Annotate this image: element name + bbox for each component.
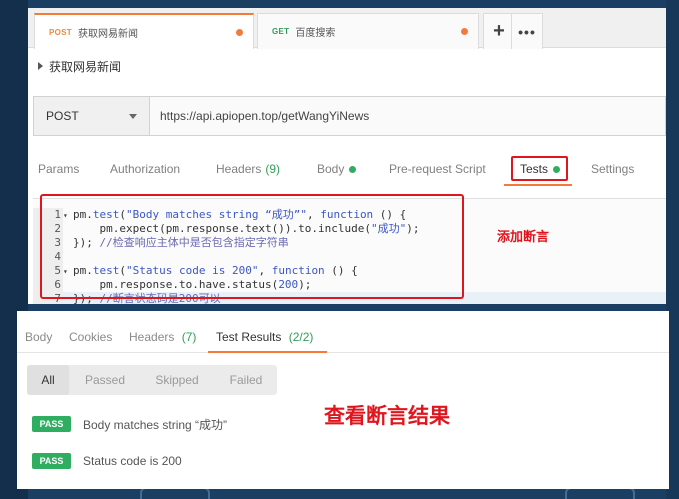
- tab-settings[interactable]: Settings: [591, 162, 634, 176]
- request-section-tabs: Params Authorization Headers (9) Body Pr…: [28, 154, 666, 186]
- more-tabs-button[interactable]: •••: [511, 13, 543, 49]
- test-name: Body matches string “成功”: [83, 417, 228, 432]
- tab-label: Params: [38, 162, 80, 176]
- tab-title: 百度搜索: [295, 28, 336, 39]
- tab-label: Pre-request Script: [389, 162, 486, 176]
- annotation-add-assertion: 添加断言: [497, 230, 550, 245]
- headers-count: (7): [181, 330, 197, 344]
- annotation-view-results: 查看断言结果: [324, 404, 450, 428]
- tab-params[interactable]: Params: [38, 162, 79, 176]
- tab-headers[interactable]: Headers (9): [216, 162, 280, 176]
- tests-highlight-box: [511, 156, 568, 181]
- url-input[interactable]: [150, 97, 665, 135]
- tab-label: Headers: [129, 330, 175, 344]
- tab-label: Test Results: [216, 330, 282, 344]
- response-tab-cookies[interactable]: Cookies: [69, 330, 112, 344]
- code-highlight-box: [40, 194, 464, 299]
- tab-authorization[interactable]: Authorization: [110, 162, 180, 176]
- tab-method: GET: [272, 27, 290, 36]
- active-tab-underline: [208, 351, 327, 353]
- response-tab-test-results[interactable]: Test Results (2/2): [216, 330, 313, 344]
- response-tabs: Body Cookies Headers (7) Test Results (2…: [17, 311, 669, 353]
- test-name: Status code is 200: [83, 454, 182, 468]
- body-indicator-icon: [349, 165, 357, 173]
- url-bar: POST: [33, 96, 666, 136]
- response-tab-body[interactable]: Body: [25, 330, 52, 344]
- unsaved-dot-icon: [236, 28, 243, 36]
- filter-skipped-button[interactable]: Skipped: [145, 365, 209, 395]
- tab-label: Body: [317, 162, 345, 176]
- request-name: 获取网易新闻: [49, 59, 122, 74]
- request-tab-get[interactable]: GET 百度搜索: [257, 13, 479, 49]
- headers-count: (9): [265, 162, 281, 176]
- request-builder-panel: POST 获取网易新闻 GET 百度搜索 + ••• 获取网易新闻 POST P…: [28, 8, 666, 304]
- caret-right-icon: [38, 62, 43, 70]
- unsaved-dot-icon: [461, 28, 468, 35]
- request-tab-post[interactable]: POST 获取网易新闻: [34, 13, 254, 49]
- tab-title: 获取网易新闻: [77, 28, 138, 40]
- request-name-toggle[interactable]: 获取网易新闻: [38, 56, 121, 76]
- test-result-item: PASS Status code is 200: [32, 452, 182, 470]
- method-select[interactable]: POST: [34, 97, 150, 135]
- filter-passed-button[interactable]: Passed: [75, 365, 135, 395]
- tab-label: Headers: [216, 162, 262, 176]
- active-tab-underline: [504, 184, 572, 186]
- tab-label: Authorization: [110, 162, 181, 176]
- pass-badge: PASS: [32, 416, 71, 432]
- filter-failed-button[interactable]: Failed: [219, 365, 273, 395]
- test-results-count: (2/2): [288, 330, 314, 344]
- tab-label: Settings: [591, 162, 635, 176]
- tab-pre-request-script[interactable]: Pre-request Script: [389, 162, 486, 176]
- test-result-item: PASS Body matches string “成功”: [32, 415, 227, 433]
- tab-method: POST: [49, 27, 72, 37]
- chevron-down-icon: [129, 113, 137, 119]
- response-tab-headers[interactable]: Headers (7): [129, 330, 196, 344]
- tab-body[interactable]: Body: [317, 162, 357, 176]
- method-value: POST: [46, 109, 79, 123]
- pass-badge: PASS: [32, 453, 71, 469]
- request-tab-bar: POST 获取网易新闻 GET 百度搜索 + •••: [28, 8, 666, 49]
- result-filter-group: All Passed Skipped Failed: [27, 365, 277, 395]
- filter-all-button[interactable]: All: [27, 365, 69, 395]
